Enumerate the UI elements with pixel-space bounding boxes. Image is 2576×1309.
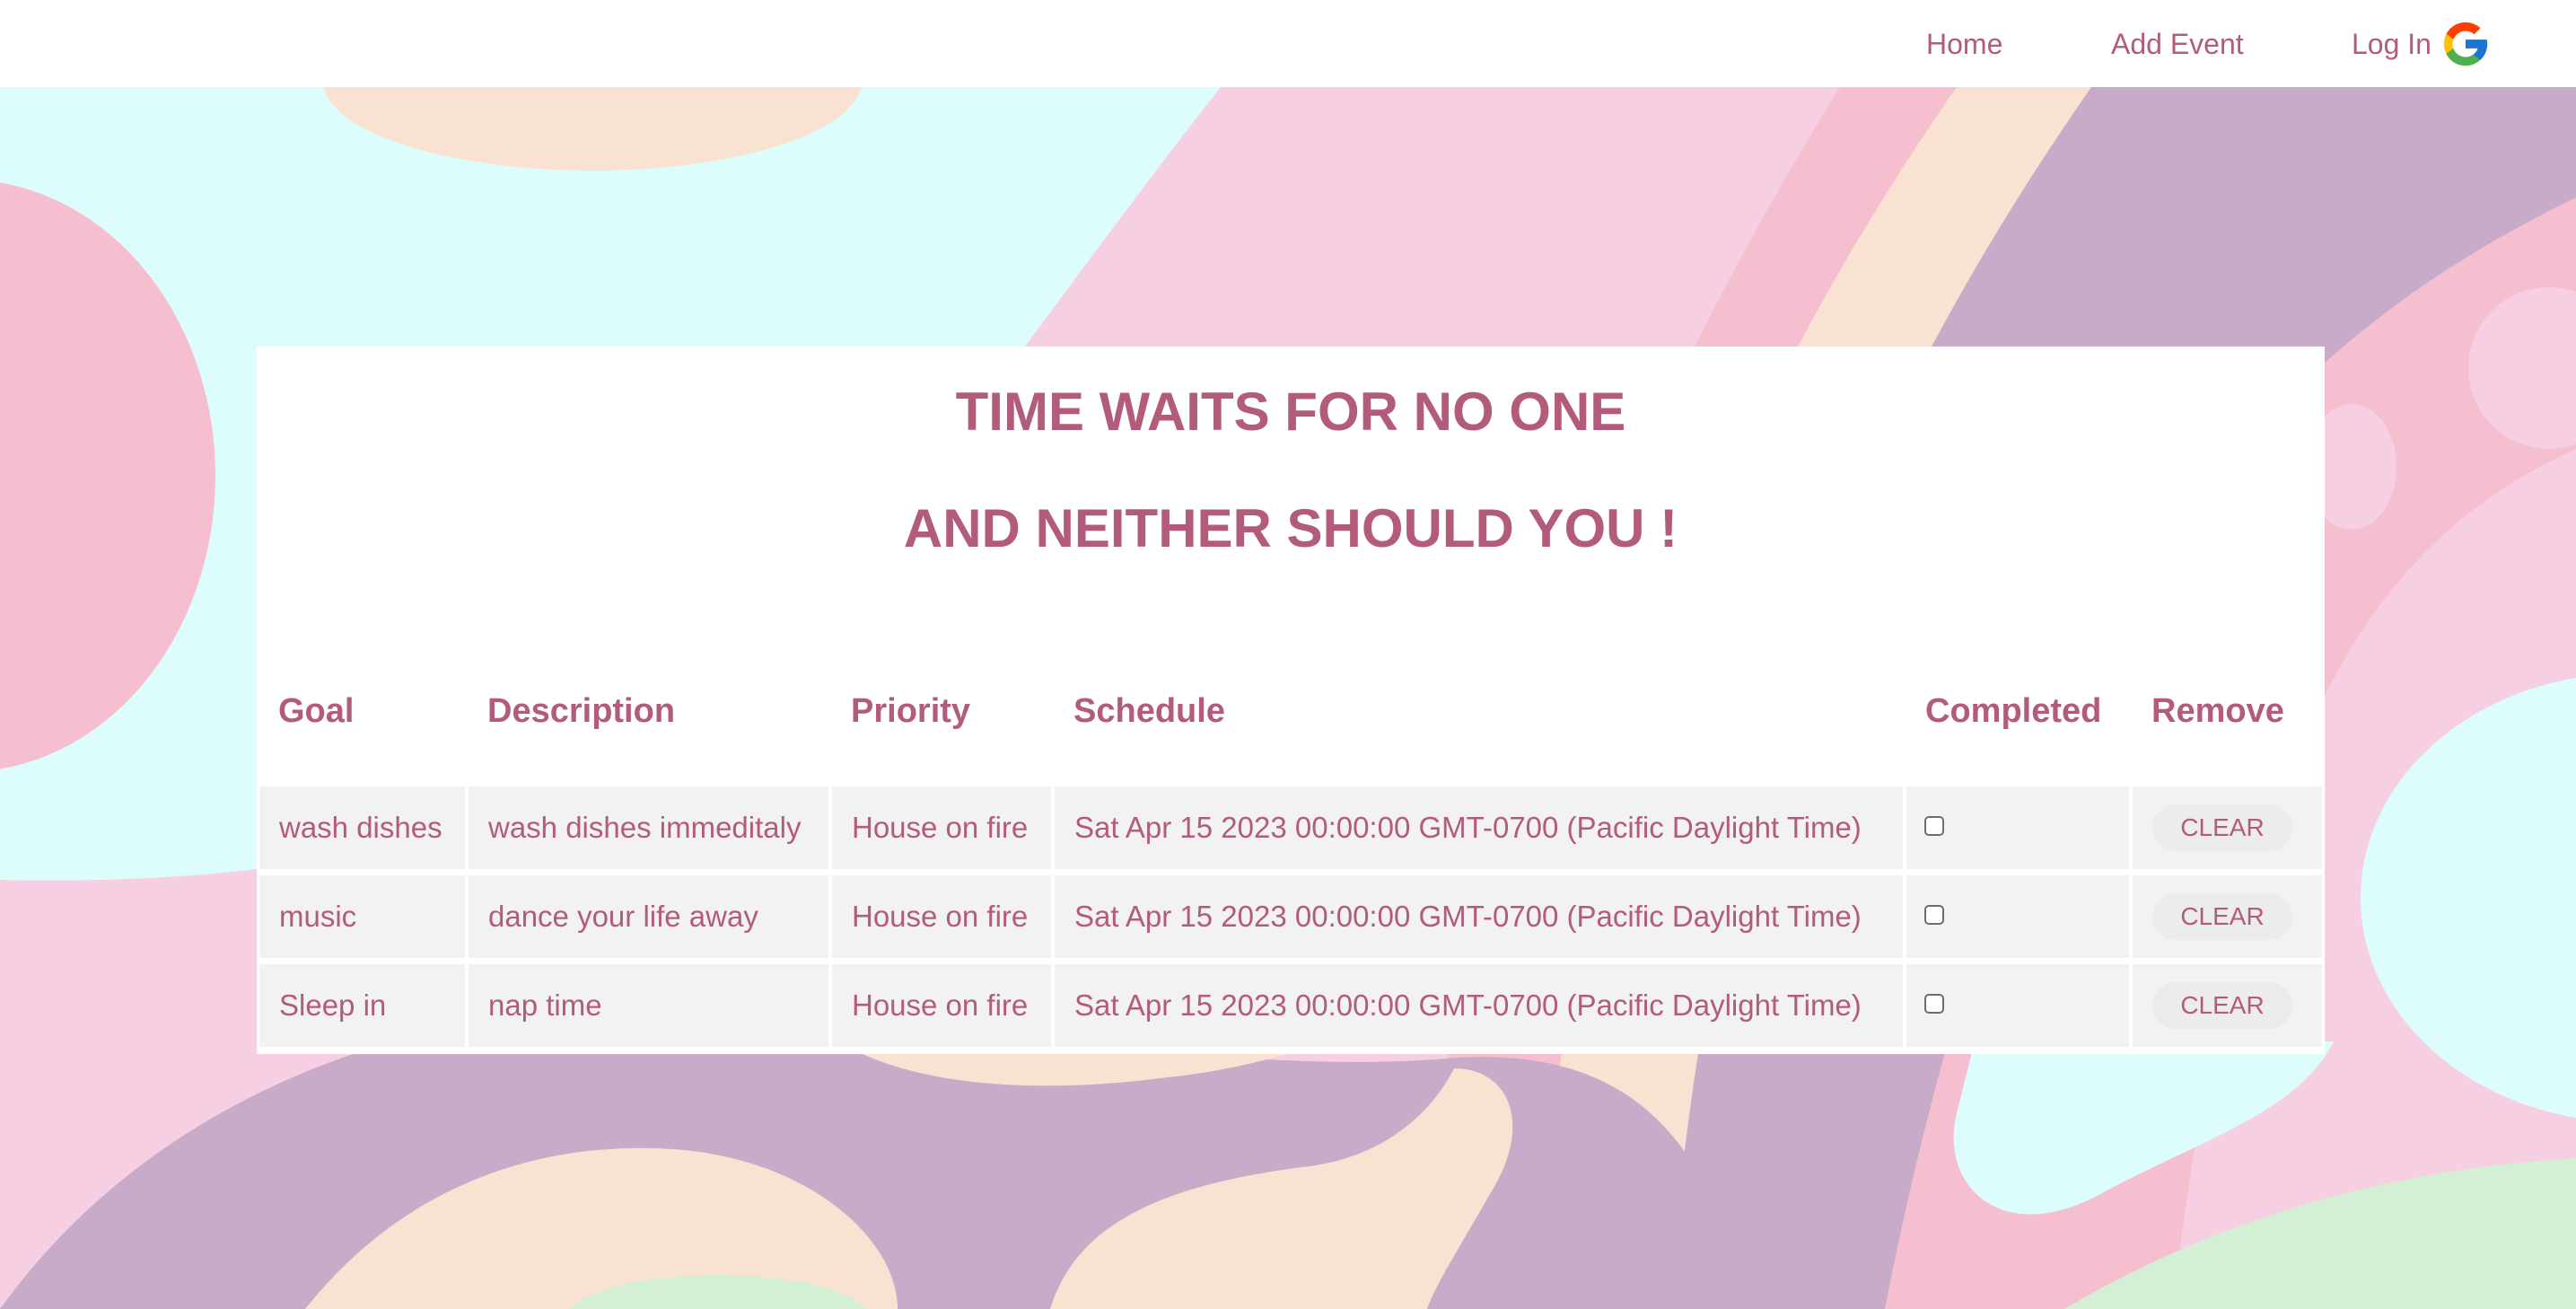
description-cell: dance your life away [469, 875, 828, 958]
nav-login-link[interactable]: Log In [2352, 27, 2431, 61]
goal-cell: Sleep in [259, 964, 465, 1047]
column-header-remove: Remove [2151, 692, 2284, 730]
completed-checkbox[interactable] [1924, 816, 1944, 836]
remove-cell: CLEAR [2133, 786, 2322, 869]
description-cell: nap time [469, 964, 828, 1047]
completed-cell [1906, 964, 2129, 1047]
completed-cell [1906, 875, 2129, 958]
remove-cell: CLEAR [2133, 964, 2322, 1047]
google-icon[interactable] [2440, 18, 2492, 70]
completed-cell [1906, 786, 2129, 869]
page-title: TIME WAITS FOR NO ONE [955, 382, 1626, 442]
priority-cell: House on fire [832, 964, 1051, 1047]
schedule-cell: Sat Apr 15 2023 00:00:00 GMT-0700 (Pacif… [1055, 875, 1903, 958]
schedule-cell: Sat Apr 15 2023 00:00:00 GMT-0700 (Pacif… [1055, 964, 1903, 1047]
page-subtitle: AND NEITHER SHOULD YOU ! [903, 498, 1678, 558]
priority-cell: House on fire [832, 786, 1051, 869]
schedule-cell: Sat Apr 15 2023 00:00:00 GMT-0700 (Pacif… [1055, 786, 1903, 869]
clear-button[interactable]: CLEAR [2152, 804, 2292, 851]
goal-cell: music [259, 875, 465, 958]
remove-cell: CLEAR [2133, 875, 2322, 958]
clear-button[interactable]: CLEAR [2152, 893, 2292, 940]
goal-cell: wash dishes [259, 786, 465, 869]
completed-checkbox[interactable] [1924, 994, 1944, 1014]
top-navbar: Home Add Event Log In [0, 0, 2576, 87]
clear-button[interactable]: CLEAR [2152, 982, 2292, 1029]
priority-cell: House on fire [832, 875, 1051, 958]
nav-home-link[interactable]: Home [1926, 27, 2002, 61]
column-header-description: Description [487, 692, 676, 730]
column-header-priority: Priority [851, 692, 971, 730]
column-header-goal: Goal [278, 692, 355, 730]
column-header-schedule: Schedule [1073, 692, 1225, 730]
nav-add-event-link[interactable]: Add Event [2111, 27, 2244, 61]
completed-checkbox[interactable] [1924, 905, 1944, 925]
column-header-completed: Completed [1925, 692, 2102, 730]
description-cell: wash dishes immeditaly [469, 786, 828, 869]
